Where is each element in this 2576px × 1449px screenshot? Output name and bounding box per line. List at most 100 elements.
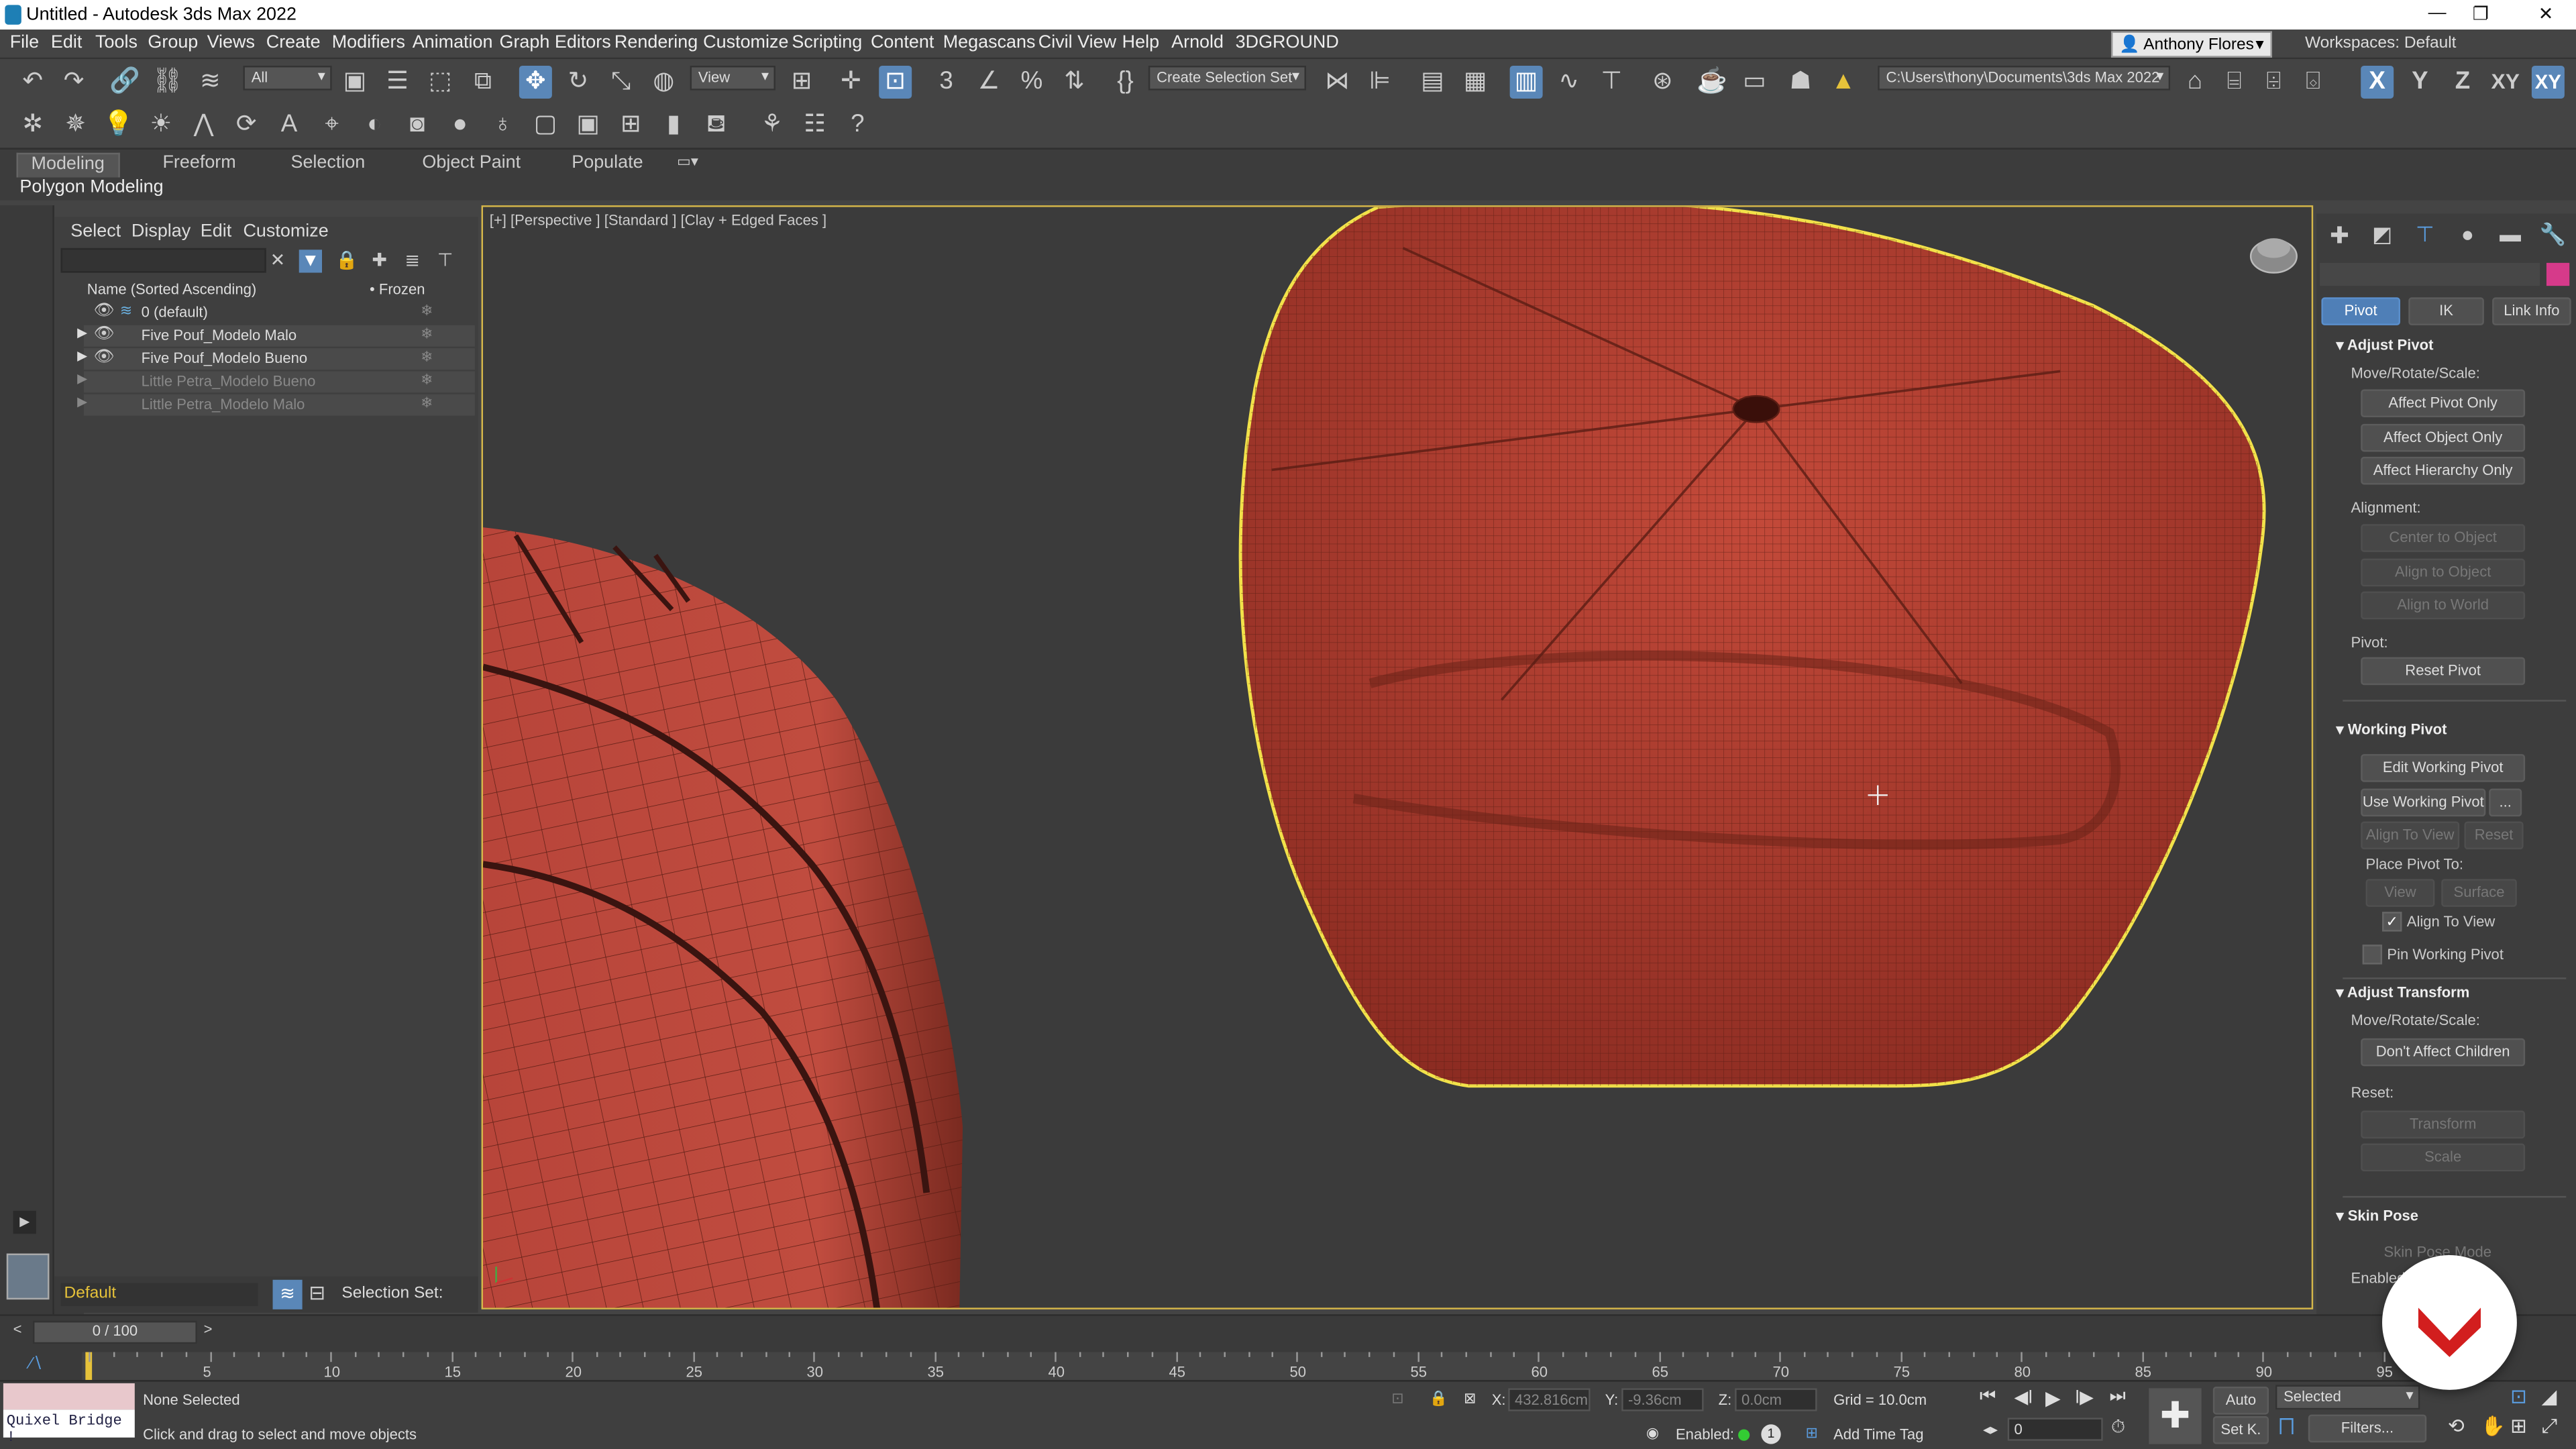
freeze-icon[interactable]: ❄ xyxy=(421,371,433,389)
link-icon[interactable]: 🔗 xyxy=(109,66,142,99)
reference-coordinate-dropdown[interactable]: View xyxy=(690,65,775,91)
angle-snap-icon[interactable]: ∠ xyxy=(973,66,1006,99)
project-icon-4[interactable]: ⌺ xyxy=(2297,66,2330,99)
refresh-icon[interactable]: ⟳ xyxy=(230,109,263,142)
select-manipulate-icon[interactable]: ✛ xyxy=(835,66,867,99)
adaptive-degradation-icon[interactable]: ◉ xyxy=(1646,1424,1659,1442)
eye-icon[interactable]: 👁 xyxy=(94,325,115,343)
pivot-center-icon[interactable]: ⊞ xyxy=(786,66,818,99)
menu-3dground[interactable]: 3DGROUND xyxy=(1236,33,1339,52)
selection-filter-dropdown[interactable]: All xyxy=(243,65,332,91)
expand-arrow-icon[interactable]: ▶ xyxy=(13,1210,36,1234)
crowd-icon[interactable]: ✵ xyxy=(59,109,92,142)
info-icon[interactable]: 1 xyxy=(1761,1424,1781,1444)
working-pivot-options-button[interactable]: ... xyxy=(2489,788,2522,817)
next-key-icon[interactable]: ǀ▶ xyxy=(2075,1387,2094,1407)
place-icon[interactable]: ◍ xyxy=(647,66,680,99)
layers-icon[interactable]: ≣ xyxy=(401,250,424,272)
lock-icon[interactable]: 🔒 xyxy=(335,250,358,272)
menu-megascans[interactable]: Megascans xyxy=(943,33,1036,52)
eye-icon[interactable]: 👁 xyxy=(94,303,115,321)
unlink-icon[interactable]: ⛓ xyxy=(151,66,184,99)
field-of-view-icon[interactable]: ◢ xyxy=(2542,1385,2557,1408)
layer-explorer-toggle-icon[interactable]: ≋ xyxy=(272,1279,303,1309)
menu-civil-view[interactable]: Civil View xyxy=(1038,33,1116,52)
light-icon[interactable]: 💡 xyxy=(102,109,135,142)
align-to-world-button[interactable]: Align to World xyxy=(2361,591,2526,620)
list-icon[interactable]: ☷ xyxy=(798,109,831,142)
motion-panel-icon[interactable]: ● xyxy=(2451,219,2484,252)
pivot-tab[interactable]: Pivot xyxy=(2321,297,2400,325)
cylinder-icon[interactable]: ▮ xyxy=(657,109,690,142)
curve-editor-icon[interactable]: ∿ xyxy=(1552,66,1585,99)
ik-tab[interactable]: IK xyxy=(2408,297,2484,325)
zoom-extents-icon[interactable]: ⊞ xyxy=(2510,1415,2527,1438)
freeze-icon[interactable]: ❄ xyxy=(421,348,433,366)
reset-pivot-button[interactable]: Reset Pivot xyxy=(2361,657,2526,686)
expand-icon[interactable]: ▶ xyxy=(77,348,87,363)
expand-icon[interactable]: ▶ xyxy=(77,325,87,340)
bulb-icon[interactable]: ♁ xyxy=(486,109,519,142)
redo-icon[interactable]: ↷ xyxy=(58,66,91,99)
x-coordinate-field[interactable]: 432.816cm xyxy=(1508,1388,1591,1411)
key-tangent-icon[interactable]: ⨅ xyxy=(2279,1415,2295,1440)
menu-graph-editors[interactable]: Graph Editors xyxy=(499,33,610,52)
auto-key-button[interactable]: Auto xyxy=(2212,1386,2269,1415)
close-icon[interactable]: ✕ xyxy=(2538,3,2554,25)
next-frame-icon[interactable]: > xyxy=(204,1321,213,1337)
axis-xy-button[interactable]: XY xyxy=(2489,66,2522,99)
column-frozen-header[interactable]: • Frozen xyxy=(370,281,425,297)
filters-button[interactable]: Filters... xyxy=(2308,1414,2427,1443)
explorer-search-input[interactable] xyxy=(60,248,266,273)
time-tag-icon[interactable]: ⊞ xyxy=(1805,1424,1817,1442)
adjust-pivot-rollout[interactable]: ▾ Adjust Pivot xyxy=(2336,337,2433,355)
user-account-dropdown[interactable]: 👤 Anthony Flores ▾ xyxy=(2110,31,2272,58)
menu-views[interactable]: Views xyxy=(207,33,255,52)
column-name-header[interactable]: Name (Sorted Ascending) xyxy=(87,281,256,297)
freeze-icon[interactable]: ❄ xyxy=(421,303,433,321)
explorer-row[interactable]: ▶ 👁 Five Pouf_Modelo Malo ❄ xyxy=(77,325,475,347)
z-coordinate-field[interactable]: 0.0cm xyxy=(1735,1388,1817,1411)
material-editor-icon[interactable]: ⊛ xyxy=(1646,66,1679,99)
affect-hierarchy-only-button[interactable]: Affect Hierarchy Only xyxy=(2361,456,2526,485)
scene-explorer-toggle-icon[interactable]: ⊟ xyxy=(309,1281,325,1304)
warning-icon[interactable]: ▲ xyxy=(1827,66,1860,99)
snaps-toggle-icon[interactable]: 3 xyxy=(930,66,963,99)
named-selection-dropdown[interactable]: Create Selection Set xyxy=(1148,65,1306,91)
menu-content[interactable]: Content xyxy=(871,33,934,52)
menu-tools[interactable]: Tools xyxy=(95,33,138,52)
menu-customize[interactable]: Customize xyxy=(703,33,788,52)
prev-frame-icon[interactable]: < xyxy=(13,1321,22,1337)
project-folder-dropdown[interactable]: C:\Users\thony\Documents\3ds Max 2022 xyxy=(1878,65,2171,91)
minimize-icon[interactable]: — xyxy=(2428,3,2447,23)
mini-curve-editor-icon[interactable]: ∕∖ xyxy=(30,1355,43,1373)
viewport-layout-icon[interactable] xyxy=(6,1253,50,1300)
use-working-pivot-button[interactable]: Use Working Pivot xyxy=(2361,788,2486,817)
rendered-frame-icon[interactable]: ▭ xyxy=(1738,66,1771,99)
menu-create[interactable]: Create xyxy=(266,33,321,52)
set-key-button[interactable]: Set K. xyxy=(2212,1416,2269,1444)
biped-icon[interactable]: ✲ xyxy=(16,109,49,142)
expand-icon[interactable]: ▶ xyxy=(77,371,87,386)
layer-explorer-icon[interactable]: ▦ xyxy=(1459,66,1492,99)
axis-y-button[interactable]: Y xyxy=(2404,66,2436,99)
link-info-tab[interactable]: Link Info xyxy=(2492,297,2571,325)
axis-z-button[interactable]: Z xyxy=(2447,66,2479,99)
spinner-snap-icon[interactable]: ⇅ xyxy=(1058,66,1091,99)
tab-modeling[interactable]: Modeling xyxy=(16,152,119,178)
modify-panel-icon[interactable]: ◩ xyxy=(2366,219,2399,252)
edit-named-selection-icon[interactable]: {} xyxy=(1109,66,1142,99)
time-config-icon[interactable]: ⏱ xyxy=(2111,1417,2125,1439)
menu-arnold[interactable]: Arnold xyxy=(1171,33,1224,52)
quixel-bridge-button[interactable]: Quixel Bridge ! xyxy=(3,1409,135,1446)
menu-edit[interactable]: Edit xyxy=(51,33,82,52)
render-setup-icon[interactable]: ☕ xyxy=(1695,66,1728,99)
shadow-icon[interactable]: ◐ xyxy=(358,109,391,142)
scene-explorer-toggle-icon[interactable]: ▤ xyxy=(1416,66,1449,99)
tab-freeform[interactable]: Freeform xyxy=(162,153,235,178)
working-pivot-rollout[interactable]: ▾ Working Pivot xyxy=(2336,721,2447,739)
menu-animation[interactable]: Animation xyxy=(413,33,493,52)
explorer-row[interactable]: ▶ 👁 Five Pouf_Modelo Bueno ❄ xyxy=(77,348,475,370)
add-time-tag[interactable]: Add Time Tag xyxy=(1833,1426,1923,1442)
project-icon-3[interactable]: ⌹ xyxy=(2257,66,2290,99)
